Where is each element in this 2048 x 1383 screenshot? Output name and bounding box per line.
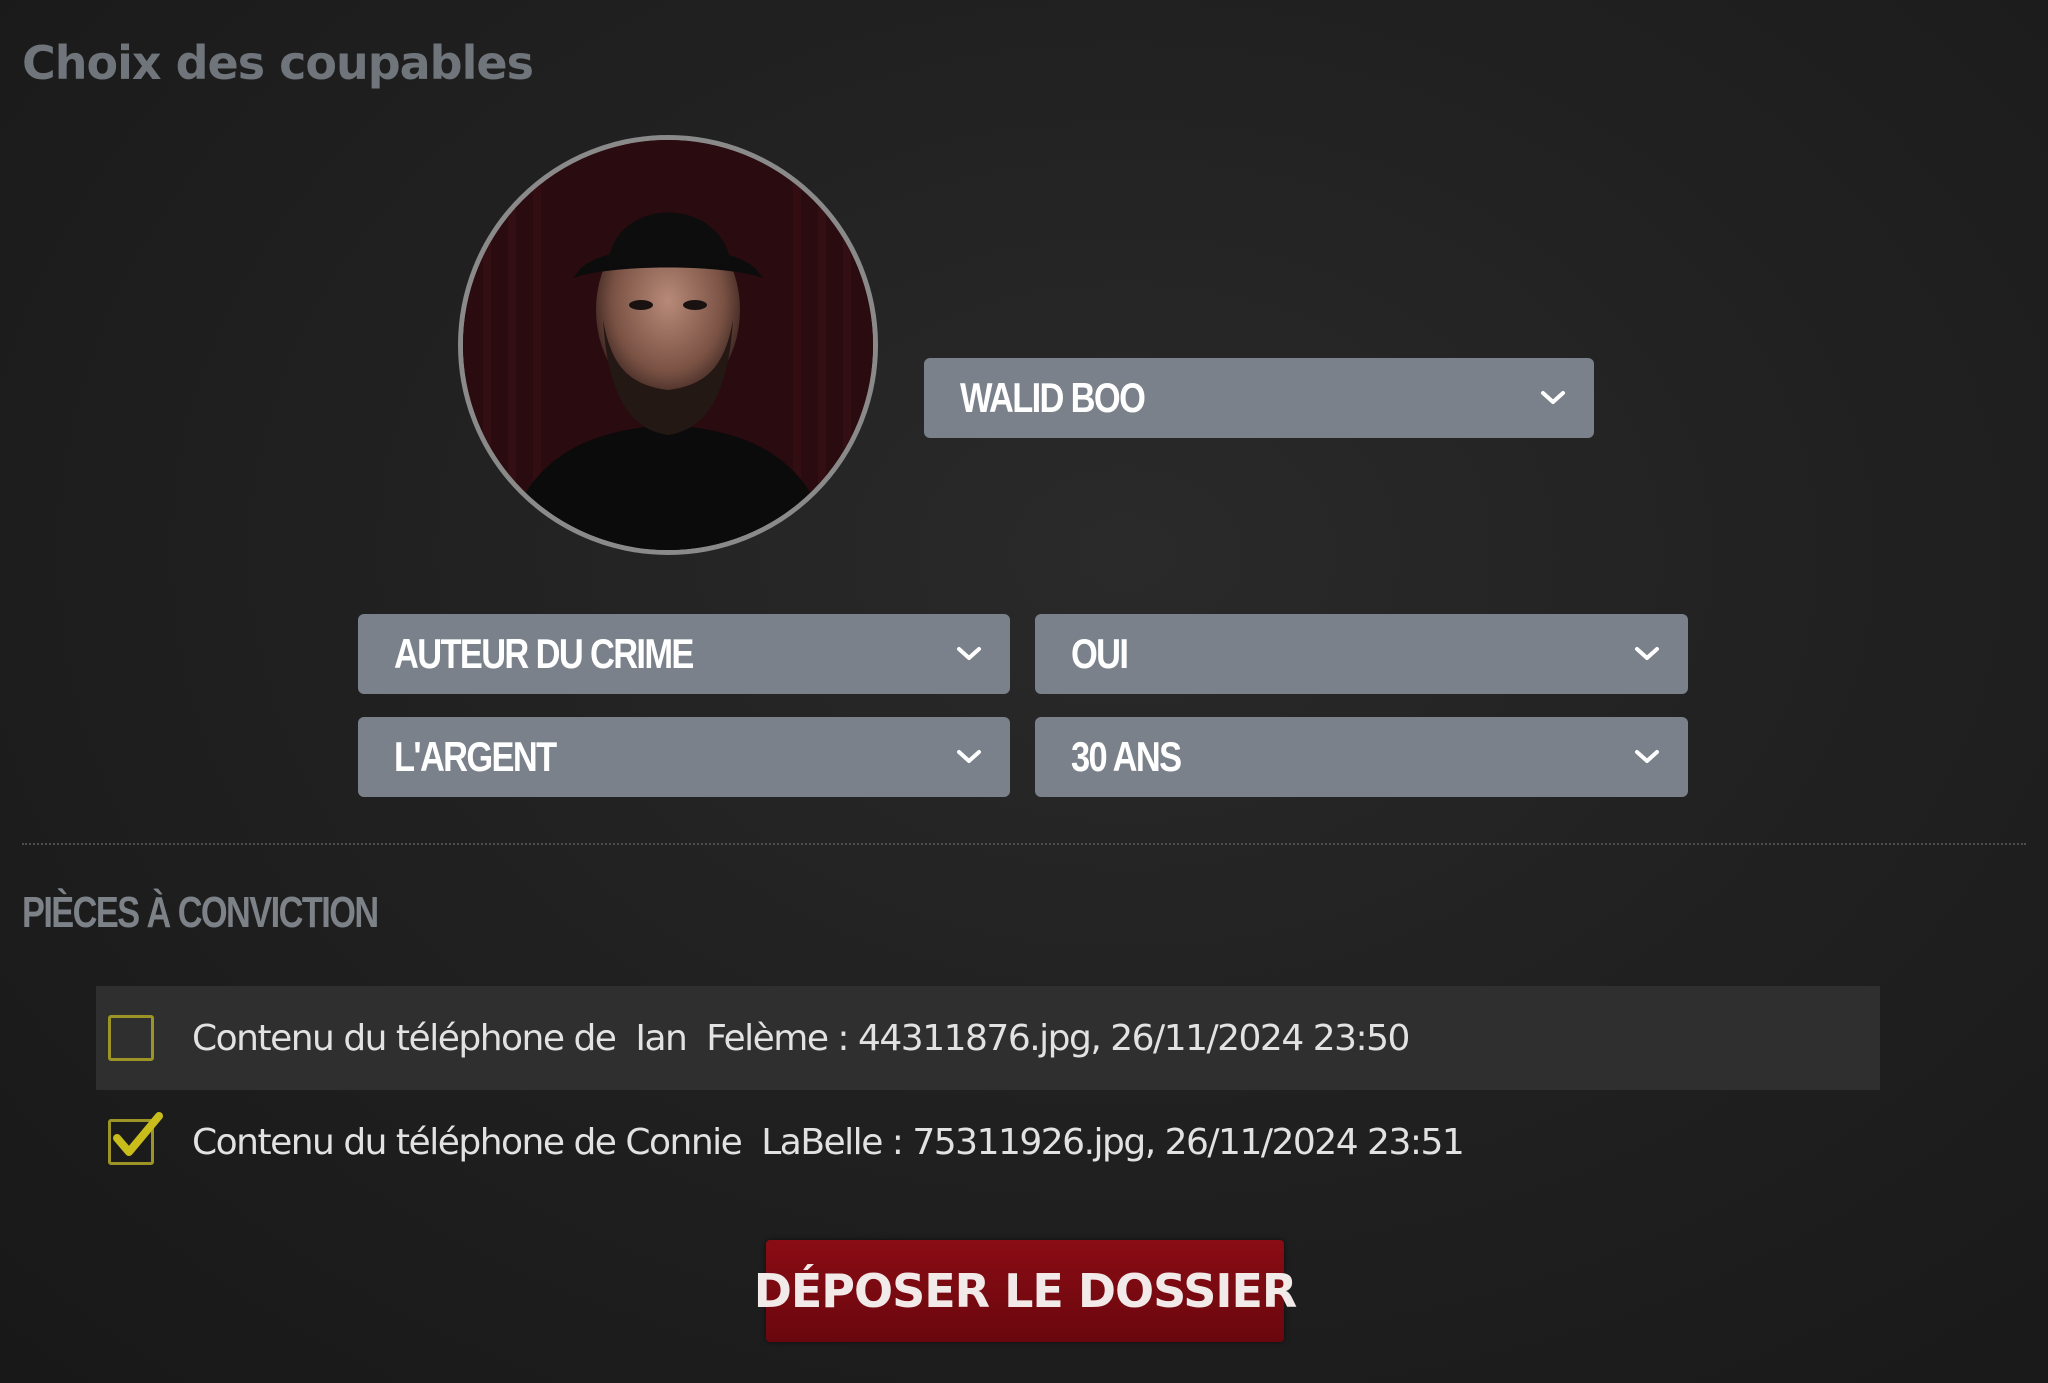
sentence-value: 30 ANS	[1071, 733, 1182, 780]
section-divider	[22, 843, 2026, 845]
evidence-item: Contenu du téléphone de Connie LaBelle :…	[96, 1090, 1880, 1194]
chevron-down-icon	[1635, 750, 1659, 763]
checkmark-icon	[113, 1112, 163, 1156]
confirmation-select[interactable]: OUI	[1035, 614, 1688, 694]
chevron-down-icon	[1541, 391, 1565, 404]
evidence-label: Contenu du téléphone de Connie LaBelle :…	[192, 1121, 1465, 1163]
evidence-checkbox-unchecked[interactable]	[108, 1015, 154, 1061]
suspect-name-select[interactable]: WALID BOO	[924, 358, 1594, 438]
submit-dossier-button[interactable]: DÉPOSER LE DOSSIER	[754, 1240, 1297, 1342]
role-select[interactable]: AUTEUR DU CRIME	[358, 614, 1010, 694]
motive-select[interactable]: L'ARGENT	[358, 717, 1010, 797]
suspect-portrait-image	[463, 140, 873, 550]
submit-dossier-label: DÉPOSER LE DOSSIER	[753, 1264, 1298, 1318]
chevron-down-icon	[1635, 647, 1659, 660]
chevron-down-icon	[957, 750, 981, 763]
motive-value: L'ARGENT	[394, 733, 557, 780]
evidence-checkbox-checked[interactable]	[108, 1112, 163, 1165]
chevron-down-icon	[957, 647, 981, 660]
sentence-select[interactable]: 30 ANS	[1035, 717, 1688, 797]
suspect-portrait	[458, 135, 878, 555]
evidence-label: Contenu du téléphone de Ian Felème : 443…	[192, 1017, 1410, 1059]
suspect-name-value: WALID BOO	[960, 374, 1146, 421]
confirmation-value: OUI	[1071, 630, 1129, 677]
evidence-item: Contenu du téléphone de Ian Felème : 443…	[96, 986, 1880, 1090]
page-title: Choix des coupables	[22, 36, 534, 90]
evidence-heading: PIÈCES À CONVICTION	[22, 888, 379, 937]
role-value: AUTEUR DU CRIME	[394, 630, 694, 677]
